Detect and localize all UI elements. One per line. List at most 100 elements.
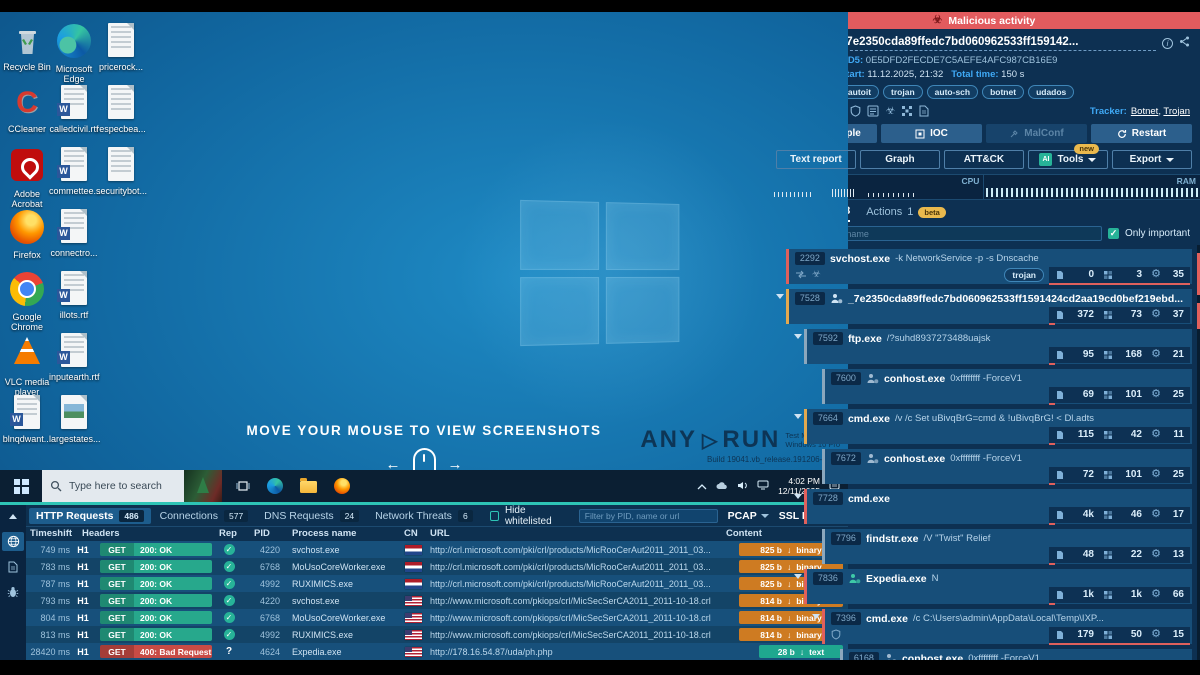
net-tab-dns-requests[interactable]: DNS Requests24 bbox=[257, 508, 366, 524]
process-row-7796[interactable]: 7796findstr.exe/V "Twist" Relief4822⚙13 bbox=[810, 529, 1192, 564]
desktop-icon-vlc[interactable]: VLC media player bbox=[2, 332, 52, 397]
desktop-icon-ccleaner[interactable]: CCCleaner bbox=[2, 84, 52, 134]
network-filter-input[interactable] bbox=[579, 509, 718, 523]
desktop-icon-worddoc[interactable]: Willots.rtf bbox=[49, 270, 99, 320]
desktop-icon-label: commettee... bbox=[49, 186, 99, 196]
taskbar-search[interactable] bbox=[42, 470, 222, 502]
tray-expand-icon[interactable] bbox=[697, 477, 707, 495]
volume-icon[interactable] bbox=[737, 477, 748, 495]
tasklist-icon[interactable] bbox=[867, 105, 879, 117]
process-card[interactable]: 7836Expedia.exeN1k1k⚙66 bbox=[804, 569, 1192, 604]
tag-botnet[interactable]: botnet bbox=[982, 85, 1024, 99]
process-card[interactable]: 6168conhost.exe0xffffffff -ForceV1 bbox=[840, 649, 1192, 660]
http-request-row[interactable]: 804 msH1GET200: OK✓6768MoUsoCoreWorker.e… bbox=[26, 609, 848, 626]
text-report-button[interactable]: Text report bbox=[776, 150, 856, 169]
malconf-button[interactable]: MalConf bbox=[986, 124, 1087, 143]
report-icon[interactable] bbox=[919, 105, 929, 117]
tag-trojan[interactable]: trojan bbox=[883, 85, 923, 99]
process-row-7396[interactable]: 7396cmd.exe/c C:\Users\admin\AppData\Loc… bbox=[810, 609, 1192, 644]
collapse-arrow-icon[interactable] bbox=[792, 489, 804, 524]
desktop-icon-textdoc[interactable]: securitybot... bbox=[96, 146, 146, 196]
net-tab-network-threats[interactable]: Network Threats6 bbox=[368, 508, 480, 524]
pcap-dropdown[interactable]: PCAP bbox=[728, 510, 769, 522]
desktop-icon-textdoc[interactable]: respecbea... bbox=[96, 84, 146, 134]
process-card[interactable]: 2292svchost.exe-k NetworkService -p -s D… bbox=[786, 249, 1192, 284]
collapse-panel-button[interactable] bbox=[2, 507, 24, 526]
process-card[interactable]: 7528_7e2350cda89ffedc7bd060962533ff15914… bbox=[786, 289, 1192, 324]
tag-udados[interactable]: udados bbox=[1028, 85, 1074, 99]
desktop-icon-worddoc[interactable]: Wcalledcivil.rtf bbox=[49, 84, 99, 134]
edge-taskbar-icon[interactable] bbox=[267, 478, 283, 494]
info-icon[interactable]: i bbox=[1162, 38, 1173, 49]
share-icon[interactable] bbox=[1179, 34, 1190, 52]
desktop-icon-worddoc[interactable]: Winputearth.rtf bbox=[49, 332, 99, 382]
process-row-6168[interactable]: 6168conhost.exe0xffffffff -ForceV1 bbox=[828, 649, 1192, 660]
desktop-icon-acrobat[interactable]: Adobe Acrobat bbox=[2, 146, 52, 209]
collapse-arrow-icon[interactable] bbox=[792, 329, 804, 364]
tab-actions[interactable]: Actions1beta bbox=[866, 206, 946, 221]
files-tab-icon[interactable] bbox=[2, 557, 24, 576]
only-important-checkbox[interactable]: ✓ bbox=[1108, 228, 1119, 239]
process-row-7664[interactable]: 7664cmd.exe/v /c Set uBivqBrG=cmd & !uBi… bbox=[792, 409, 1192, 444]
network-tab-icon[interactable] bbox=[2, 532, 24, 551]
search-input[interactable] bbox=[69, 480, 174, 492]
process-card[interactable]: 7672conhost.exe0xffffffff -ForceV172101⚙… bbox=[822, 449, 1192, 484]
net-tab-connections[interactable]: Connections577 bbox=[153, 508, 256, 524]
collapse-arrow-icon[interactable] bbox=[810, 609, 822, 644]
http-request-row[interactable]: 813 msH1GET200: OK✓4992RUXIMICS.exehttp:… bbox=[26, 626, 848, 643]
collapse-arrow-icon[interactable] bbox=[792, 569, 804, 604]
desktop-icon-worddoc[interactable]: Wcommettee... bbox=[49, 146, 99, 196]
counter-value: 46 bbox=[1118, 509, 1142, 520]
desktop-icon-firefox[interactable]: Firefox bbox=[2, 208, 52, 260]
task-view-button[interactable] bbox=[236, 480, 250, 492]
http-request-row[interactable]: 787 msH1GET200: OK✓4992RUXIMICS.exehttp:… bbox=[26, 575, 848, 592]
matrix-icon[interactable] bbox=[901, 105, 913, 117]
desktop-icon-chrome[interactable]: Google Chrome bbox=[2, 270, 52, 332]
process-type-icon bbox=[884, 653, 897, 660]
process-card[interactable]: 7664cmd.exe/v /c Set uBivqBrG=cmd & !uBi… bbox=[804, 409, 1192, 444]
graph-button[interactable]: Graph bbox=[860, 150, 940, 169]
process-card[interactable]: 7600conhost.exe0xffffffff -ForceV169101⚙… bbox=[822, 369, 1192, 404]
process-card[interactable]: 7592ftp.exe/?suhd8937273488uajsk95168⚙21 bbox=[804, 329, 1192, 364]
desktop-icon-edge[interactable]: Microsoft Edge bbox=[49, 22, 99, 84]
biohazard-icon[interactable]: ☣ bbox=[885, 106, 895, 117]
process-row-2292[interactable]: 2292svchost.exe-k NetworkService -p -s D… bbox=[774, 249, 1192, 284]
restart-button[interactable]: Restart bbox=[1091, 124, 1192, 143]
process-card[interactable]: 7396cmd.exe/c C:\Users\admin\AppData\Loc… bbox=[822, 609, 1192, 644]
start-button[interactable] bbox=[0, 470, 42, 502]
file-explorer-icon[interactable] bbox=[300, 481, 317, 493]
net-tab-http-requests[interactable]: HTTP Requests486 bbox=[29, 508, 151, 524]
desktop-icon-recycle[interactable]: Recycle Bin bbox=[2, 22, 52, 72]
process-name-cell: MoUsoCoreWorker.exe bbox=[280, 562, 396, 572]
process-row-7592[interactable]: 7592ftp.exe/?suhd8937273488uajsk95168⚙21 bbox=[792, 329, 1192, 364]
hide-whitelisted-checkbox[interactable] bbox=[490, 511, 499, 521]
http-request-row[interactable]: 749 msH1GET200: OK✓4220svchost.exehttp:/… bbox=[26, 541, 848, 558]
process-row-7728[interactable]: 7728cmd.exe4k46⚙17 bbox=[792, 489, 1192, 524]
tag-auto-sch[interactable]: auto-sch bbox=[927, 85, 978, 99]
export-button[interactable]: Export bbox=[1112, 150, 1192, 169]
http-request-row[interactable]: 793 msH1GET200: OK✓4220svchost.exehttp:/… bbox=[26, 592, 848, 609]
firefox-taskbar-icon[interactable] bbox=[334, 478, 350, 494]
collapse-arrow-icon[interactable] bbox=[792, 409, 804, 444]
process-card[interactable]: 7796findstr.exe/V "Twist" Relief4822⚙13 bbox=[822, 529, 1192, 564]
desktop-icon-worddoc[interactable]: Wconnectro... bbox=[49, 208, 99, 258]
process-row-7600[interactable]: 7600conhost.exe0xffffffff -ForceV169101⚙… bbox=[810, 369, 1192, 404]
tracker-link-botnet[interactable]: Botnet bbox=[1131, 106, 1158, 117]
process-card[interactable]: 7728cmd.exe4k46⚙17 bbox=[804, 489, 1192, 524]
http-request-row[interactable]: 28420 msH1GET400: Bad Request?4624Expedi… bbox=[26, 643, 848, 660]
attack-button[interactable]: ATT&CK bbox=[944, 150, 1024, 169]
onedrive-icon[interactable] bbox=[716, 477, 728, 495]
desktop-icon-textdoc[interactable]: pricerock... bbox=[96, 22, 146, 72]
debug-tab-icon[interactable] bbox=[2, 582, 24, 601]
ai-tools-button[interactable]: new AI Tools bbox=[1028, 150, 1108, 169]
process-row-7528[interactable]: 7528_7e2350cda89ffedc7bd060962533ff15914… bbox=[774, 289, 1192, 324]
process-row-7672[interactable]: 7672conhost.exe0xffffffff -ForceV172101⚙… bbox=[810, 449, 1192, 484]
collapse-arrow-icon[interactable] bbox=[774, 289, 786, 324]
shield-icon[interactable] bbox=[850, 105, 861, 117]
http-request-row[interactable]: 783 msH1GET200: OK✓6768MoUsoCoreWorker.e… bbox=[26, 558, 848, 575]
process-row-7836[interactable]: 7836Expedia.exeN1k1k⚙66 bbox=[792, 569, 1192, 604]
sample-name[interactable]: _7e2350cda89ffedc7bd060962533ff159142... bbox=[840, 36, 1156, 51]
tracker-link-trojan[interactable]: Trojan bbox=[1163, 106, 1190, 117]
ioc-button[interactable]: IOC bbox=[881, 124, 982, 143]
search-highlight-image[interactable] bbox=[184, 470, 222, 502]
